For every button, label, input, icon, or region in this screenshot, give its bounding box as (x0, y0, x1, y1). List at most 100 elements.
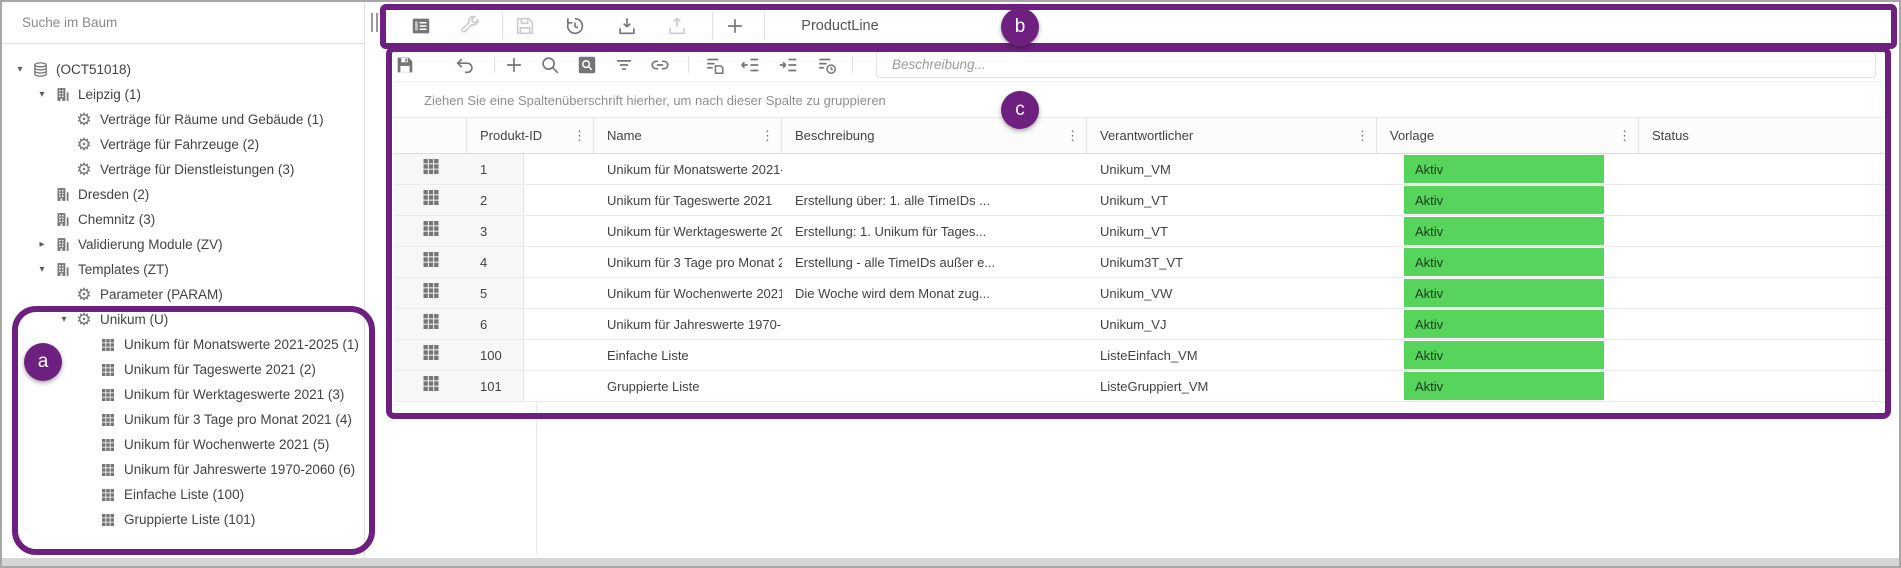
tree-sidebar: Suche im Baum ▾(OCT51018)▾Leipzig (1)⚙Ve… (2, 2, 365, 566)
tree-item[interactable]: Chemnitz (3) (2, 207, 364, 232)
expand-columns-button[interactable] (773, 50, 803, 80)
cell-status (1639, 247, 1887, 277)
building-icon (52, 86, 72, 103)
tree-item[interactable]: Einfache Liste (100) (2, 482, 364, 507)
chevron-expanded-icon[interactable]: ▾ (54, 314, 74, 325)
column-menu-icon[interactable]: ⋮ (1066, 134, 1079, 138)
table-row[interactable]: 2Unikum für Tageswerte 2021Erstellung üb… (394, 185, 1887, 216)
tree-item[interactable]: Dresden (2) (2, 182, 364, 207)
column-menu-icon[interactable]: ⋮ (1356, 134, 1369, 138)
vorlage-status-badge: Aktiv (1404, 217, 1604, 245)
search-box-button[interactable] (572, 50, 602, 80)
toolbar-separator (688, 56, 689, 73)
grid-header-vorlage[interactable]: Vorlage⋮ (1377, 118, 1639, 153)
tree-item[interactable]: ⚙Verträge für Fahrzeuge (2) (2, 132, 364, 157)
grid-header-name[interactable]: Name ⋮ (594, 118, 782, 153)
tree-item[interactable]: ▾⚙Unikum (U) (2, 307, 364, 332)
table-row[interactable]: 1Unikum für Monatswerte 2021-2...Unikum_… (394, 154, 1887, 185)
tree-item[interactable]: ▾ (OCT51018) (2, 57, 364, 82)
row-drag-handle-icon[interactable] (421, 157, 441, 182)
group-by-dropzone[interactable]: Ziehen Sie eine Spaltenüberschrift hierh… (394, 82, 1883, 118)
cell-produkt-id: 1 (467, 154, 527, 184)
gear-icon: ⚙ (74, 136, 94, 153)
properties-panel-button[interactable] (406, 11, 436, 41)
navigation-tree: ▾ (OCT51018) ▾Leipzig (1)⚙Verträge für Räu… (2, 46, 364, 556)
tree-item[interactable]: Unikum für Werktageswerte 2021 (3) (2, 382, 364, 407)
fixed-column-divider (536, 402, 537, 554)
cell-status (1639, 309, 1887, 339)
link-button[interactable] (645, 50, 675, 80)
collapse-columns-button[interactable] (735, 50, 765, 80)
table-row[interactable]: 100Einfache ListeListeEinfach_VMAktiv (394, 340, 1887, 371)
group-by-hint: Ziehen Sie eine Spaltenüberschrift hierh… (424, 93, 886, 108)
description-filter-input[interactable]: Beschreibung... (876, 51, 1876, 78)
cell-verantwortlicher: Unikum_VT (1087, 216, 1377, 246)
tree-item-label: Verträge für Fahrzeuge (2) (94, 137, 259, 152)
tree-item[interactable]: ▸Validierung Module (ZV) (2, 232, 364, 257)
table-row[interactable]: 3Unikum für Werktageswerte 2021Erstellun… (394, 216, 1887, 247)
grid-header-beschreibung[interactable]: Beschreibung⋮ (782, 118, 1087, 153)
column-menu-icon[interactable]: ⋮ (761, 134, 774, 138)
tree-item[interactable]: ⚙Parameter (PARAM) (2, 282, 364, 307)
grid-header-status[interactable]: Status (1639, 118, 1887, 153)
table-row[interactable]: 101Gruppierte ListeListeGruppiert_VMAkti… (394, 371, 1887, 402)
save-filled-button[interactable] (390, 50, 420, 80)
tab-productline-label: ProductLine (801, 18, 878, 34)
tree-item[interactable]: Unikum für 3 Tage pro Monat 2021 (4) (2, 407, 364, 432)
grid-body: 1 Unikum für Monatswerte 2021-2... Unikum_… (394, 154, 1887, 402)
grid-header-verantwortlicher[interactable]: Verantwortlicher⋮ (1087, 118, 1377, 153)
active-tab-indicator (780, 44, 900, 47)
toolbar-separator (852, 56, 853, 73)
grid-header-produkt_id[interactable]: Produkt-ID⋮ (467, 118, 594, 153)
column-menu-icon[interactable]: ⋮ (1618, 134, 1631, 138)
search-button[interactable] (535, 50, 565, 80)
tree-item[interactable]: ▾Templates (ZT) (2, 257, 364, 282)
column-title: Name (607, 128, 642, 143)
cell-verantwortlicher: Unikum3T_VT (1087, 247, 1377, 277)
row-drag-handle-icon[interactable] (421, 374, 441, 399)
chevron-collapsed-icon[interactable]: ▸ (32, 239, 52, 250)
tree-item-label: (OCT51018) (50, 62, 131, 77)
download-button[interactable] (612, 11, 642, 41)
tree-search-field[interactable]: Suche im Baum (2, 2, 364, 44)
row-drag-handle-icon[interactable] (421, 250, 441, 275)
chevron-expanded-icon[interactable]: ▾ (32, 264, 52, 275)
tree-item[interactable]: ⚙Verträge für Dienstleistungen (3) (2, 157, 364, 182)
cell-name: Unikum für Monatswerte 2021-2... (594, 154, 782, 184)
cell-produkt-id: 100 (467, 340, 527, 370)
panel-splitter-handle[interactable] (371, 13, 378, 32)
cell-name: Gruppierte Liste (594, 371, 782, 401)
undo-button[interactable] (450, 50, 480, 80)
tree-item[interactable]: ▾Leipzig (1) (2, 82, 364, 107)
tree-item[interactable]: Unikum für Tageswerte 2021 (2) (2, 357, 364, 382)
filter-button[interactable] (609, 50, 639, 80)
tree-item[interactable]: Unikum für Jahreswerte 1970-2060 (6) (2, 457, 364, 482)
restore-history-button[interactable] (560, 11, 590, 41)
tab-productline[interactable]: ProductLine (780, 4, 900, 48)
grid-icon (98, 362, 118, 378)
table-row[interactable]: 6Unikum für Jahreswerte 1970-2...Unikum_… (394, 309, 1887, 340)
add-button[interactable] (499, 50, 529, 80)
row-drag-handle-icon[interactable] (421, 219, 441, 244)
gear-icon: ⚙ (74, 311, 94, 328)
tree-item[interactable]: ⚙Verträge für Räume und Gebäude (1) (2, 107, 364, 132)
reset-layout-button[interactable] (812, 50, 842, 80)
table-row[interactable]: 5Unikum für Wochenwerte 2021Die Woche wi… (394, 278, 1887, 309)
row-drag-handle-icon[interactable] (421, 281, 441, 306)
row-drag-handle-icon[interactable] (421, 343, 441, 368)
chevron-expanded-icon[interactable]: ▾ (32, 89, 52, 100)
tree-item[interactable]: Unikum für Monatswerte 2021-2025 (1) (2, 332, 364, 357)
row-drag-handle-icon[interactable] (421, 188, 441, 213)
tree-item[interactable]: Unikum für Wochenwerte 2021 (5) (2, 432, 364, 457)
tree-item-label: Chemnitz (3) (72, 212, 155, 227)
save-layout-button[interactable] (700, 50, 730, 80)
add-button[interactable] (720, 11, 750, 41)
column-menu-icon[interactable]: ⋮ (573, 134, 586, 138)
chevron-expanded-icon[interactable]: ▾ (10, 64, 30, 75)
row-drag-handle-icon[interactable] (421, 312, 441, 337)
horizontal-scrollbar-track[interactable] (2, 558, 1899, 566)
tree-item[interactable]: Gruppierte Liste (101) (2, 507, 364, 532)
table-row[interactable]: 4Unikum für 3 Tage pro Monat 20...Erstel… (394, 247, 1887, 278)
vorlage-status-badge: Aktiv (1404, 155, 1604, 183)
building-icon (52, 236, 72, 253)
